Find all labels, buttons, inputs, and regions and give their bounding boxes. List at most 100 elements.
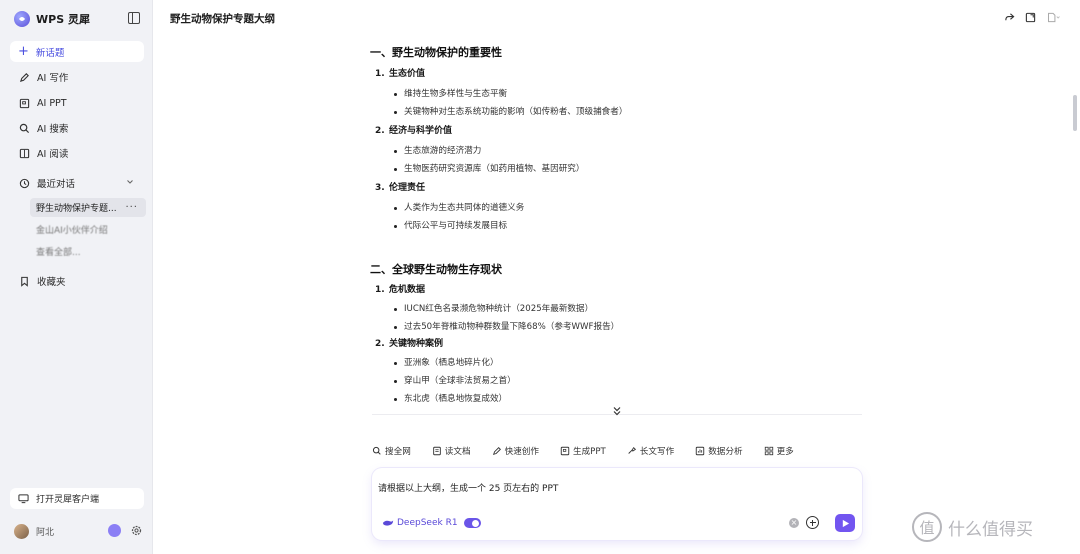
chat-input[interactable]: 请根据以上大纲，生成一个 25 页左右的 PPT bbox=[378, 481, 558, 494]
tool-label: 快速创作 bbox=[504, 447, 539, 457]
plus-icon: + bbox=[18, 44, 29, 59]
add-attachment-icon[interactable] bbox=[806, 516, 819, 529]
send-button[interactable] bbox=[835, 514, 855, 532]
recent-chat-item[interactable]: 野生动物保护专题... ··· bbox=[30, 198, 146, 217]
chart-icon bbox=[695, 446, 705, 456]
sidebar-item-label: AI PPT bbox=[37, 97, 67, 109]
deepseek-toggle[interactable]: DeepSeek R1 bbox=[382, 518, 481, 528]
pen-icon bbox=[19, 72, 30, 83]
sidebar-collapse-icon[interactable] bbox=[128, 12, 140, 24]
vip-icon[interactable] bbox=[108, 524, 121, 537]
chevron-down-icon bbox=[127, 180, 133, 184]
brand-name: WPS 灵犀 bbox=[36, 13, 90, 26]
clock-icon bbox=[19, 178, 30, 189]
send-icon bbox=[842, 519, 849, 527]
outline-item: 2. 经济与科学价值 bbox=[375, 126, 453, 136]
brand-logo-icon bbox=[14, 11, 30, 27]
tool-label: 数据分析 bbox=[708, 447, 743, 457]
outline-item: 1. 生态价值 bbox=[375, 69, 426, 79]
expand-icon[interactable] bbox=[1025, 12, 1036, 23]
search-icon bbox=[372, 446, 381, 455]
tool-long-write[interactable]: 长文写作 bbox=[627, 445, 674, 457]
bullet-item: 维持生物多样性与生态平衡 bbox=[370, 85, 864, 103]
recent-chat-label: 金山AI小伙伴介绍 bbox=[36, 226, 108, 236]
pen-icon bbox=[492, 447, 501, 456]
tool-data-analysis[interactable]: 数据分析 bbox=[695, 445, 743, 457]
share-icon[interactable] bbox=[1004, 12, 1015, 23]
favorites-label: 收藏夹 bbox=[37, 277, 66, 288]
outline-item: 1. 危机数据 bbox=[375, 285, 426, 295]
tool-read-doc[interactable]: 读文档 bbox=[432, 445, 471, 457]
book-icon bbox=[19, 148, 30, 159]
search-icon bbox=[19, 123, 30, 134]
user-row: 阿北 bbox=[14, 522, 144, 540]
tool-generate-ppt[interactable]: 生成PPT bbox=[560, 445, 606, 457]
sidebar-item-recent[interactable]: 最近对话 bbox=[10, 173, 144, 193]
open-client-label: 打开灵犀客户端 bbox=[36, 495, 100, 505]
tool-more[interactable]: 更多 bbox=[764, 445, 794, 457]
sidebar: WPS 灵犀 + 新话题 AI 写作 AI PPT AI 搜索 AI 阅读 最近… bbox=[0, 0, 153, 554]
watermark-logo: 值 bbox=[912, 512, 942, 542]
model-label: DeepSeek R1 bbox=[397, 518, 458, 528]
bookmark-icon bbox=[19, 276, 30, 287]
section-heading: 二、全球野生动物生存现状 bbox=[370, 263, 502, 276]
sidebar-item-ai-search[interactable]: AI 搜索 bbox=[10, 118, 144, 138]
section-heading: 一、野生动物保护的重要性 bbox=[370, 46, 502, 59]
outline-content: 一、野生动物保护的重要性 1. 生态价值 维持生物多样性与生态平衡 关键物种对生态… bbox=[370, 44, 864, 416]
new-chat-button[interactable]: + 新话题 bbox=[10, 41, 144, 62]
recent-chat-label: 查看全部... bbox=[36, 248, 81, 258]
bullet-item: 关键物种对生态系统功能的影响（如传粉者、顶级捕食者） bbox=[370, 103, 864, 121]
sidebar-item-ai-ppt[interactable]: AI PPT bbox=[10, 93, 144, 113]
ppt-icon bbox=[19, 98, 30, 109]
tool-label: 更多 bbox=[776, 447, 794, 457]
open-client-button[interactable]: 打开灵犀客户端 bbox=[10, 488, 144, 509]
tool-label: 长文写作 bbox=[639, 447, 675, 457]
chat-input-box[interactable]: 请根据以上大纲，生成一个 25 页左右的 PPT DeepSeek R1 × bbox=[372, 468, 862, 540]
sidebar-item-label: AI 阅读 bbox=[37, 149, 69, 160]
sidebar-item-label: AI 搜索 bbox=[37, 124, 69, 135]
sidebar-item-label: AI 写作 bbox=[37, 73, 69, 84]
bullet-item: IUCN红色名录濒危物种统计（2025年最新数据） bbox=[370, 300, 864, 318]
tool-search-web[interactable]: 搜全网 bbox=[372, 445, 411, 457]
monitor-icon bbox=[18, 494, 29, 504]
model-switch[interactable] bbox=[463, 518, 481, 528]
tool-label: 生成PPT bbox=[572, 447, 606, 457]
user-name: 阿北 bbox=[36, 527, 55, 538]
grid-icon bbox=[764, 446, 773, 456]
top-actions bbox=[1004, 12, 1062, 23]
tool-quick-create[interactable]: 快速创作 bbox=[492, 445, 539, 457]
doc-icon bbox=[433, 446, 441, 456]
view-all-link[interactable]: 查看全部... bbox=[30, 242, 146, 261]
watermark: 值 什么值得买 bbox=[912, 512, 1033, 542]
scroll-down-button[interactable] bbox=[609, 403, 625, 419]
watermark-text: 什么值得买 bbox=[948, 519, 1033, 540]
recent-chat-item[interactable]: 金山AI小伙伴介绍 bbox=[30, 220, 146, 239]
bullet-item: 人类作为生态共同体的道德义务 bbox=[370, 199, 864, 217]
bullet-item: 穿山甲（全球非法贸易之首） bbox=[370, 372, 864, 390]
scrollbar[interactable] bbox=[1073, 95, 1077, 131]
bullet-item: 生态旅游的经济潜力 bbox=[370, 142, 864, 160]
recent-label: 最近对话 bbox=[37, 179, 76, 190]
avatar[interactable] bbox=[14, 523, 29, 539]
double-chevron-down-icon bbox=[613, 407, 621, 416]
sidebar-item-ai-writing[interactable]: AI 写作 bbox=[10, 67, 144, 87]
page-title: 野生动物保护专题大纲 bbox=[170, 13, 275, 25]
bullet-item: 亚洲象（栖息地碎片化） bbox=[370, 354, 864, 372]
export-doc-icon[interactable] bbox=[1046, 12, 1062, 23]
sidebar-item-favorites[interactable]: 收藏夹 bbox=[10, 271, 144, 291]
sidebar-item-ai-reading[interactable]: AI 阅读 bbox=[10, 143, 144, 163]
more-options-icon[interactable]: ··· bbox=[125, 202, 138, 213]
tool-label: 搜全网 bbox=[385, 447, 411, 457]
gear-icon[interactable] bbox=[130, 524, 143, 537]
brand[interactable]: WPS 灵犀 bbox=[14, 10, 90, 28]
quick-tools: 搜全网 读文档 快速创作 生成PPT 长文写作 数据分析 更多 bbox=[372, 442, 815, 460]
new-chat-label: 新话题 bbox=[35, 47, 65, 59]
clear-icon[interactable]: × bbox=[789, 518, 799, 528]
bullet-item: 代际公平与可持续发展目标 bbox=[370, 217, 864, 235]
ppt-icon bbox=[560, 446, 570, 456]
bullet-item: 过去50年脊椎动物种群数量下降68%（参考WWF报告） bbox=[370, 318, 864, 336]
outline-item: 3. 伦理责任 bbox=[375, 183, 426, 193]
bullet-item: 生物医药研究资源库（如药用植物、基因研究） bbox=[370, 160, 864, 178]
outline-item: 2. 关键物种案例 bbox=[375, 339, 444, 349]
deepseek-icon bbox=[382, 520, 394, 526]
